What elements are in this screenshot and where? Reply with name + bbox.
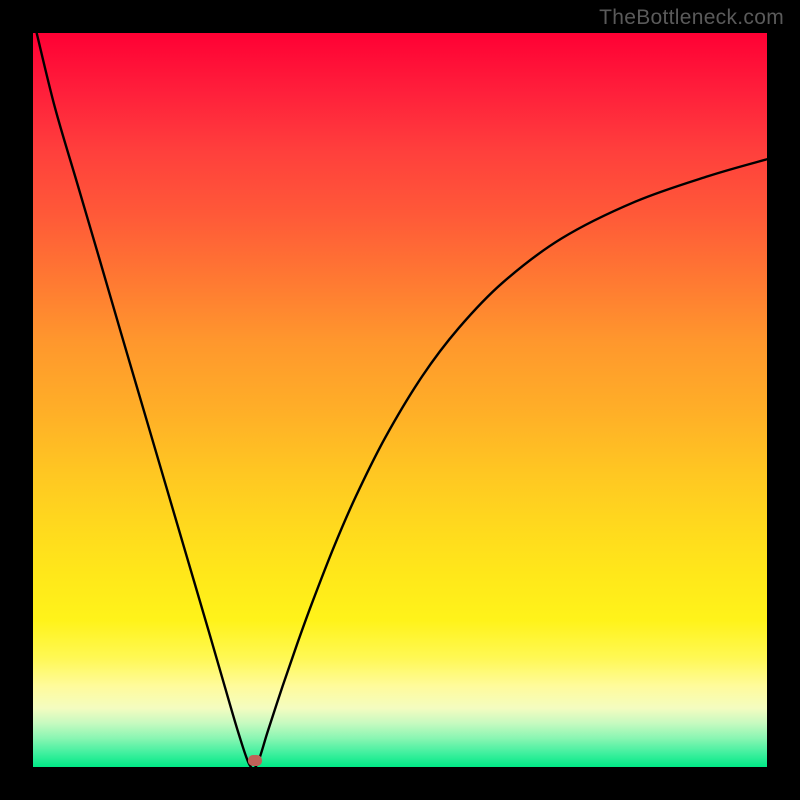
optimum-marker	[248, 755, 262, 766]
plot-area	[33, 33, 767, 767]
bottleneck-curve	[33, 33, 767, 767]
chart-frame: TheBottleneck.com	[0, 0, 800, 800]
watermark-text: TheBottleneck.com	[599, 6, 784, 30]
